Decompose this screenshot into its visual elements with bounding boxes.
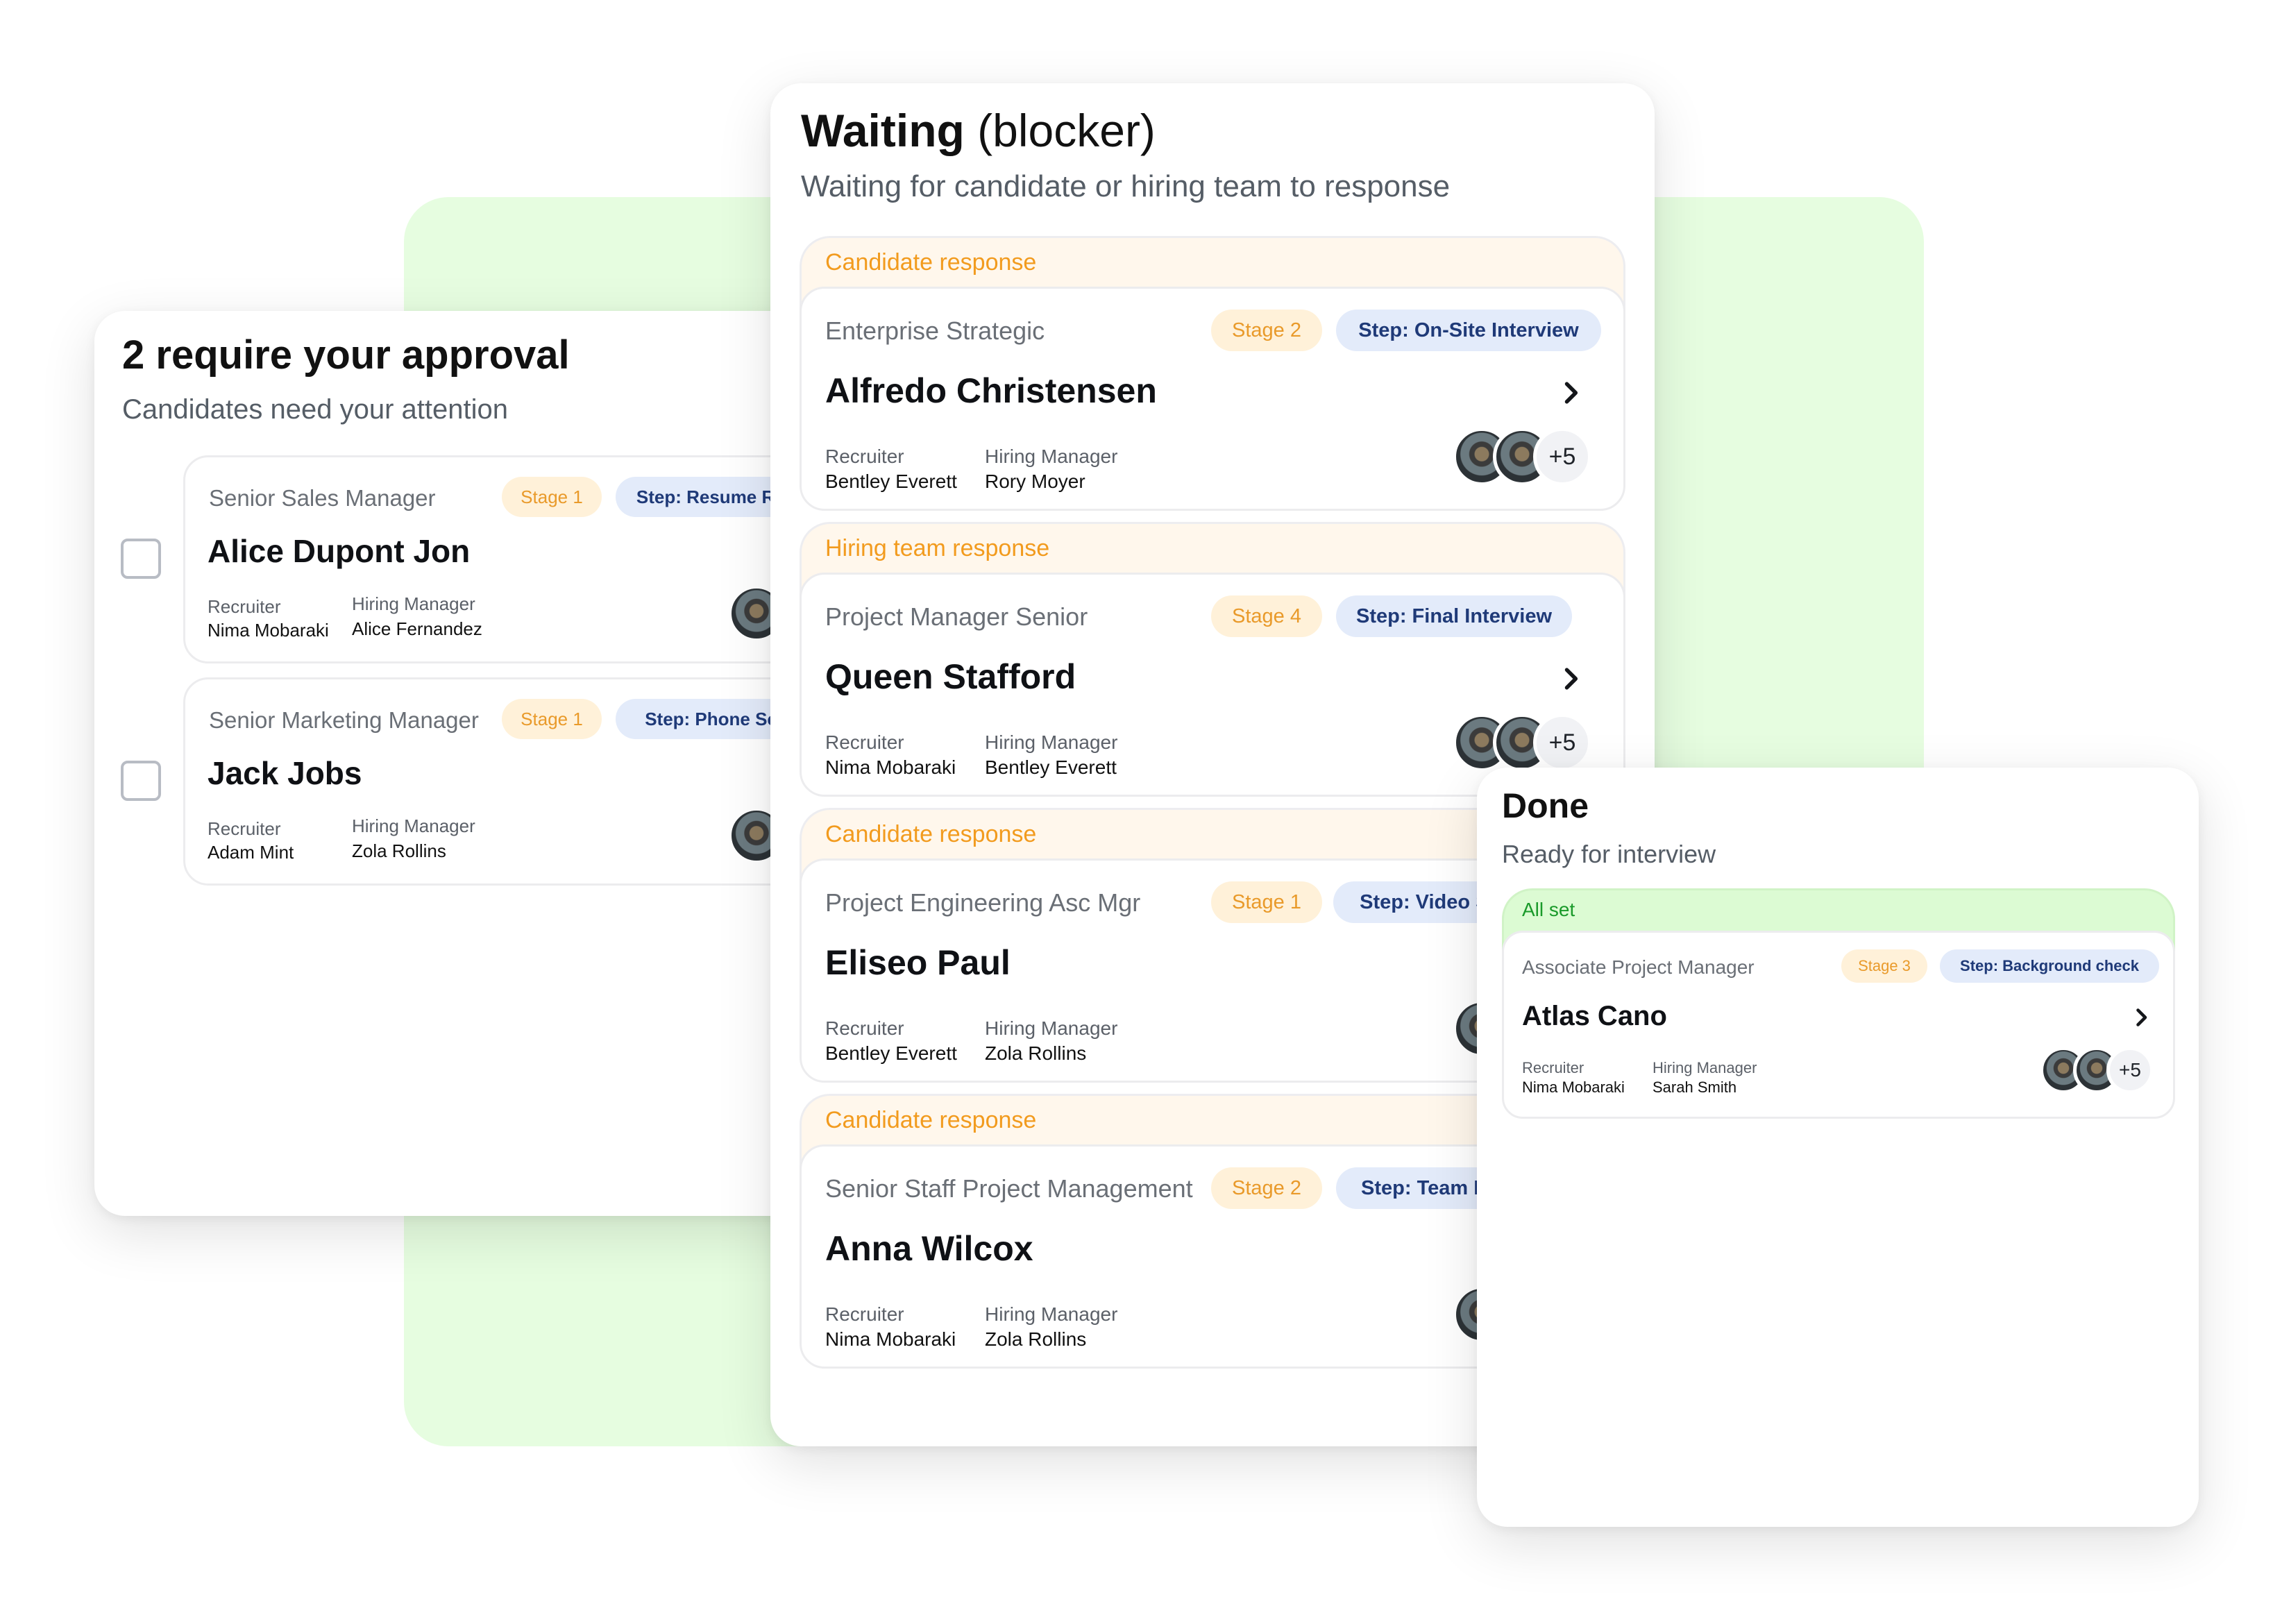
step-badge: Step: On-Site Interview	[1336, 310, 1601, 351]
all-set-group: All set Associate Project Manager Stage …	[1502, 888, 2175, 1119]
candidate-name: Queen Stafford	[825, 657, 1076, 696]
recruiter-name: Nima Mobaraki	[208, 620, 329, 641]
recruiter-label: Recruiter	[825, 1303, 904, 1325]
stage-badge: Stage 1	[1211, 881, 1322, 923]
select-checkbox[interactable]	[121, 761, 161, 801]
approval-title: 2 require your approval	[122, 332, 570, 378]
hiring-manager-name: Zola Rollins	[985, 1328, 1087, 1350]
waiting-title: Waiting (blocker)	[801, 105, 1156, 156]
group-label: Hiring team response	[825, 535, 1050, 561]
more-members-badge[interactable]: +5	[1533, 428, 1591, 486]
job-title: Senior Marketing Manager	[209, 707, 479, 733]
more-members-badge[interactable]: +5	[2106, 1047, 2154, 1094]
stage-badge: Stage 1	[502, 477, 602, 517]
candidate-name: Atlas Cano	[1522, 1001, 1667, 1031]
hiring-manager-label: Hiring Manager	[985, 731, 1118, 753]
stage-badge: Stage 3	[1841, 949, 1927, 983]
recruiter-name: Nima Mobaraki	[1522, 1079, 1625, 1096]
recruiter-name: Nima Mobaraki	[825, 1328, 956, 1350]
group-label: Candidate response	[825, 249, 1037, 276]
candidate-name: Alfredo Christensen	[825, 371, 1157, 410]
job-title: Senior Staff Project Management	[825, 1174, 1193, 1203]
recruiter-label: Recruiter	[825, 1017, 904, 1039]
stage-badge: Stage 1	[502, 699, 602, 739]
candidate-name: Eliseo Paul	[825, 943, 1011, 982]
hiring-manager-name: Rory Moyer	[985, 471, 1085, 492]
candidate-card[interactable]: Enterprise Strategic Stage 2 Step: On-Si…	[800, 287, 1625, 511]
job-title: Project Manager Senior	[825, 602, 1088, 631]
hiring-manager-label: Hiring Manager	[1653, 1059, 1757, 1076]
recruiter-label: Recruiter	[208, 818, 281, 839]
recruiter-name: Bentley Everett	[825, 1042, 957, 1064]
job-title: Associate Project Manager	[1522, 956, 1755, 978]
hiring-manager-name: Zola Rollins	[985, 1042, 1087, 1064]
recruiter-label: Recruiter	[208, 596, 281, 617]
group-label: Candidate response	[825, 821, 1037, 847]
job-title: Project Engineering Asc Mgr	[825, 888, 1141, 917]
candidate-name: Anna Wilcox	[825, 1229, 1033, 1268]
job-title: Enterprise Strategic	[825, 316, 1045, 345]
recruiter-label: Recruiter	[825, 731, 904, 753]
hiring-manager-name: Sarah Smith	[1653, 1079, 1737, 1096]
group-label: All set	[1522, 899, 1575, 920]
select-checkbox[interactable]	[121, 539, 161, 579]
hiring-manager-label: Hiring Manager	[985, 446, 1118, 467]
hiring-manager-label: Hiring Manager	[352, 815, 475, 836]
chevron-right-icon[interactable]	[1555, 378, 1586, 408]
recruiter-label: Recruiter	[1522, 1059, 1584, 1076]
hiring-manager-label: Hiring Manager	[985, 1017, 1118, 1039]
candidate-card[interactable]: Associate Project Manager Stage 3 Step: …	[1502, 931, 2175, 1119]
hiring-manager-name: Bentley Everett	[985, 756, 1117, 778]
recruiter-label: Recruiter	[825, 446, 904, 467]
stage-badge: Stage 2	[1211, 310, 1322, 351]
recruiter-name: Adam Mint	[208, 842, 294, 863]
candidate-card[interactable]: Project Manager Senior Stage 4 Step: Fin…	[800, 573, 1625, 797]
chevron-right-icon[interactable]	[2129, 1005, 2154, 1030]
hiring-manager-label: Hiring Manager	[352, 593, 475, 614]
candidate-name: Alice Dupont Jon	[208, 533, 471, 569]
step-badge: Step: Background check	[1940, 949, 2159, 983]
hiring-manager-name: Alice Fernandez	[352, 618, 482, 639]
step-badge: Step: Final Interview	[1336, 595, 1572, 637]
stage-badge: Stage 4	[1211, 595, 1322, 637]
recruiter-name: Nima Mobaraki	[825, 756, 956, 778]
recruiter-name: Bentley Everett	[825, 471, 957, 492]
hiring-manager-label: Hiring Manager	[985, 1303, 1118, 1325]
approval-subtitle: Candidates need your attention	[122, 394, 508, 425]
candidate-name: Jack Jobs	[208, 755, 362, 791]
done-title: Done	[1502, 786, 1589, 825]
chevron-right-icon[interactable]	[1555, 663, 1586, 694]
done-subtitle: Ready for interview	[1502, 840, 1716, 868]
response-group: Candidate response Enterprise Strategic …	[800, 236, 1625, 511]
waiting-subtitle: Waiting for candidate or hiring team to …	[801, 169, 1451, 203]
hiring-manager-name: Zola Rollins	[352, 840, 446, 861]
stage-badge: Stage 2	[1211, 1167, 1322, 1209]
more-members-badge[interactable]: +5	[1533, 713, 1591, 772]
done-panel: Done Ready for interview All set Associa…	[1477, 768, 2199, 1527]
group-label: Candidate response	[825, 1107, 1037, 1133]
job-title: Senior Sales Manager	[209, 485, 436, 511]
response-group: Hiring team response Project Manager Sen…	[800, 522, 1625, 797]
